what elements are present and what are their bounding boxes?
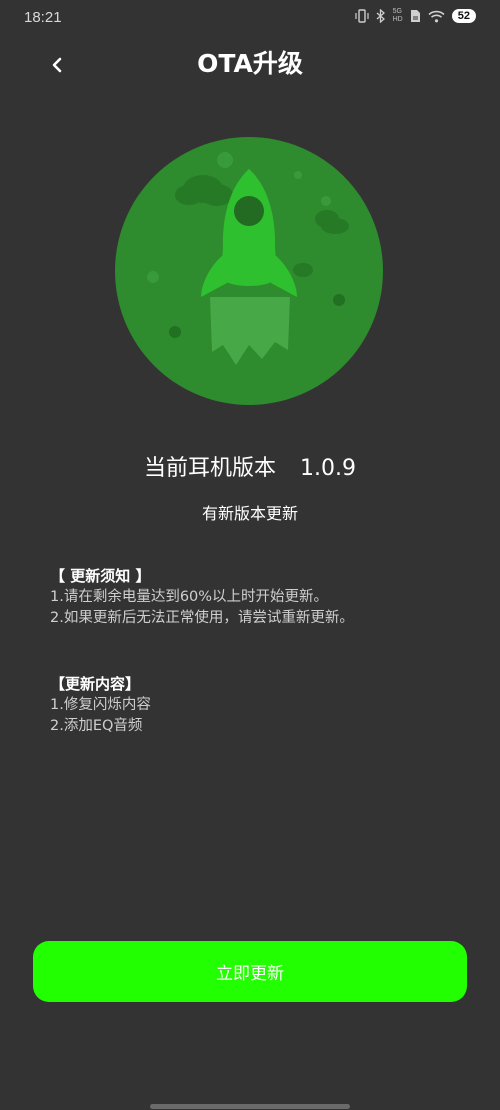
- version-label: 当前耳机版本: [144, 456, 277, 481]
- vibrate-icon: [355, 9, 369, 23]
- title-bar: OTA升级: [0, 40, 500, 90]
- page-title: OTA升级: [197, 49, 303, 78]
- status-icons: 5G HD 52: [355, 8, 476, 24]
- version-number: 1.0.9: [300, 456, 356, 481]
- update-notice-line: 2.如果更新后无法正常使用，请尝试重新更新。: [50, 610, 354, 626]
- network-label-bottom: HD: [392, 16, 403, 23]
- update-content-section: 【更新内容】 1.修复闪烁内容 2.添加EQ音频: [50, 673, 470, 737]
- battery-icon: 52: [451, 9, 476, 23]
- update-content-line: 1.修复闪烁内容: [50, 697, 151, 713]
- update-notice-line: 1.请在剩余电量达到60%以上时开始更新。: [50, 589, 329, 605]
- bluetooth-icon: [376, 9, 386, 23]
- network-label-top: 5G: [392, 8, 402, 15]
- status-bar: 18:21 5G HD 52: [0, 0, 500, 34]
- update-status-text: 有新版本更新: [201, 504, 298, 523]
- update-content-line: 2.添加EQ音频: [50, 718, 143, 734]
- update-content-title: 【更新内容】: [50, 675, 141, 693]
- update-now-button[interactable]: 立即更新: [33, 941, 467, 1002]
- update-notice-section: 【 更新须知 】 1.请在剩余电量达到60%以上时开始更新。 2.如果更新后无法…: [50, 565, 470, 629]
- update-notice-title: 【 更新须知 】: [50, 567, 151, 585]
- status-time: 18:21: [24, 9, 62, 26]
- wifi-icon: [428, 10, 445, 23]
- file-icon: [410, 9, 421, 23]
- current-version: 当前耳机版本 1.0.9: [0, 450, 500, 482]
- home-indicator[interactable]: [150, 1104, 350, 1109]
- rocket-icon: [115, 137, 383, 405]
- rocket-illustration: [115, 137, 383, 405]
- network-icon: 5G HD: [393, 8, 403, 24]
